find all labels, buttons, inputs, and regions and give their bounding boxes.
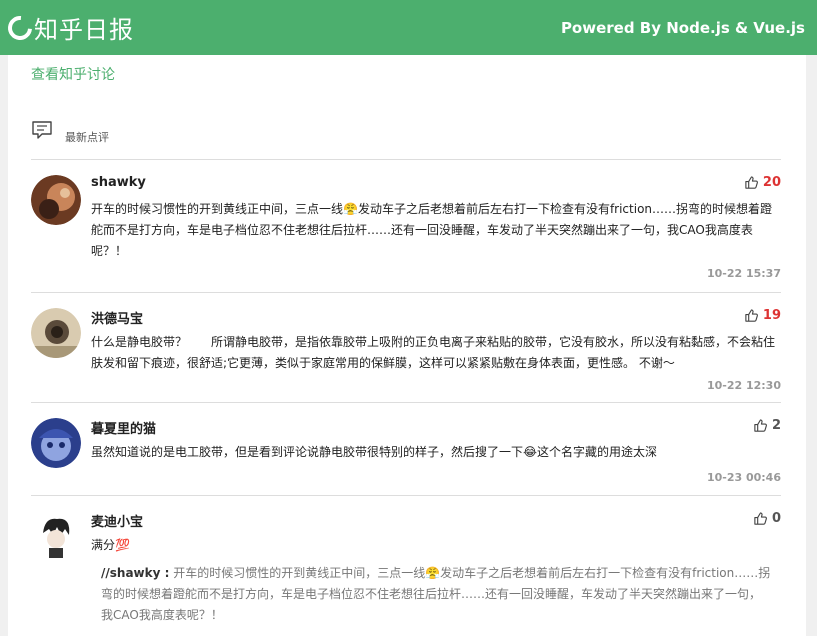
quoted-author[interactable]: //shawky : — [101, 566, 169, 580]
divider — [31, 159, 781, 160]
comment-author[interactable]: 麦迪小宝 — [91, 511, 143, 530]
thumbs-up-icon — [754, 419, 767, 432]
like-button[interactable]: 0 — [753, 511, 781, 526]
like-count: 2 — [771, 418, 781, 433]
divider — [31, 402, 781, 403]
logo-text: 知乎日报 — [34, 16, 134, 44]
quoted-reply: //shawky : 开车的时候习惯性的开到黄线正中间，三点一线😤发动车子之后老… — [101, 563, 771, 626]
logo[interactable]: 知乎日报 — [3, 10, 134, 45]
avatar[interactable] — [31, 308, 81, 358]
section-title: 最新点评 — [65, 131, 109, 144]
comment-item: 洪德马宝 19 什么是静电胶带？ 所谓静电胶带，是指依靠胶带上吸附的正负电离子来… — [31, 308, 781, 398]
like-button[interactable]: 2 — [753, 418, 781, 433]
comment-content: 虽然知道说的是电工胶带，但是看到评论说静电胶带很特别的样子，然后搜了一下😂这个名… — [91, 445, 658, 459]
comment-content: 什么是静电胶带？ 所谓静电胶带，是指依靠胶带上吸附的正负电离子来粘贴的胶带，它没… — [91, 335, 776, 370]
like-button[interactable]: 20 — [744, 175, 781, 190]
powered-by-text: Powered By Node.js & Vue.js — [560, 18, 805, 37]
avatar[interactable] — [31, 175, 81, 225]
comment-bubble-icon — [32, 121, 52, 139]
comment-item: 麦迪小宝 0 满分💯 //shawky : 开车的时候习惯性的开到黄线正中间，三… — [31, 511, 781, 636]
like-count: 19 — [762, 308, 781, 323]
app-header: 知乎日报 Powered By Node.js & Vue.js — [0, 0, 817, 55]
quoted-text: 开车的时候习惯性的开到黄线正中间，三点一线😤发动车子之后老想着前后左右打一下检查… — [101, 566, 771, 622]
thumbs-up-icon — [754, 512, 767, 525]
like-button[interactable]: 19 — [744, 308, 781, 323]
divider — [31, 292, 781, 293]
discuss-link[interactable]: 查看知乎讨论 — [31, 64, 115, 84]
section-header: 最新点评 — [31, 115, 109, 145]
comments-panel: 查看知乎讨论 最新点评 shawky 20 开车的时候习惯性的开到黄线正中间，三 — [8, 55, 806, 636]
comment-content: 开车的时候习惯性的开到黄线正中间，三点一线😤发动车子之后老想着前后左右打一下检查… — [91, 202, 773, 258]
comment-time: 10-22 12:30 — [706, 379, 781, 392]
like-count: 20 — [762, 175, 781, 190]
comment-author[interactable]: shawky — [91, 175, 146, 190]
comment-time: 10-23 00:46 — [706, 471, 781, 484]
comment-item: 暮夏里的猫 2 虽然知道说的是电工胶带，但是看到评论说静电胶带很特别的样子，然后… — [31, 418, 781, 488]
thumbs-up-icon — [745, 176, 758, 189]
like-count: 0 — [771, 511, 781, 526]
thumbs-up-icon — [745, 309, 758, 322]
divider — [31, 495, 781, 496]
comment-time: 10-22 15:37 — [706, 267, 781, 280]
comment-author[interactable]: 洪德马宝 — [91, 308, 143, 327]
comment-content: 满分💯 — [91, 538, 130, 552]
logo-mark-icon — [3, 10, 37, 45]
comment-item: shawky 20 开车的时候习惯性的开到黄线正中间，三点一线😤发动车子之后老想… — [31, 175, 781, 287]
avatar[interactable] — [31, 418, 81, 468]
comment-author[interactable]: 暮夏里的猫 — [91, 418, 156, 437]
avatar[interactable] — [31, 511, 81, 561]
